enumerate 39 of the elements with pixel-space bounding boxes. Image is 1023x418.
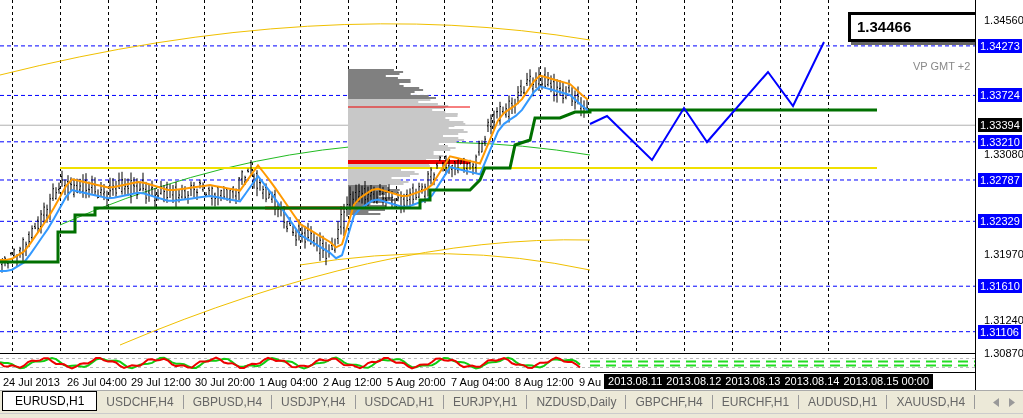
- price-label: 1.32787: [978, 173, 1022, 187]
- price-label: 1.33724: [978, 88, 1022, 103]
- price-label: 1.30870: [983, 346, 1023, 360]
- chart-tab[interactable]: NZDUSD,Daily: [527, 395, 627, 409]
- vp-label: VP GMT +2: [913, 60, 971, 72]
- time-tooltip: 2013.08.11 2013.08.12 2013.08.13 2013.08.14 2013.08.15 00:00: [604, 374, 934, 389]
- price-box: 1.34466: [848, 12, 975, 42]
- price-label: 1.32329: [978, 214, 1022, 229]
- chart-tab[interactable]: EURCHF,H1: [712, 395, 800, 409]
- price-label: 1.31240: [983, 312, 1023, 327]
- time-label: 2 Aug 12:00: [322, 375, 383, 388]
- time-label: 7 Aug 04:00: [450, 375, 511, 388]
- time-label: 9 Au: [578, 375, 603, 388]
- time-label: 30 Jul 20:00: [194, 375, 256, 388]
- price-label: 1.31970: [983, 246, 1023, 261]
- price-label: 1.34560: [983, 13, 1023, 27]
- price-label: 1.33394: [978, 118, 1022, 133]
- chart-tab[interactable]: USDCAD,H1: [355, 395, 444, 409]
- price-label: 1.31610: [978, 279, 1022, 294]
- chart-tab[interactable]: EURUSD,H1: [2, 391, 98, 411]
- price-label: 1.33210: [978, 134, 1022, 149]
- time-label: 26 Jul 04:00: [66, 375, 128, 388]
- time-label: 5 Aug 20:00: [386, 375, 447, 388]
- chart-tab[interactable]: EURJPY,H1: [443, 395, 528, 409]
- scroll-right-icon[interactable]: [1009, 397, 1015, 407]
- chart-tab[interactable]: USDCHF,H4: [97, 395, 184, 409]
- chart-tab[interactable]: AUDUSD,H1: [799, 395, 888, 409]
- chart-tab[interactable]: GBPCHF,H4: [626, 395, 713, 409]
- time-label: 1 Aug 04:00: [258, 375, 319, 388]
- chart-tab[interactable]: XAUUSD,H4: [887, 395, 976, 409]
- scroll-left-icon[interactable]: [993, 397, 999, 407]
- chart-tab[interactable]: GBPUSD,H4: [183, 395, 273, 409]
- price-label: 1.31106: [978, 324, 1021, 339]
- time-label: 29 Jul 12:00: [130, 375, 192, 388]
- price-label: 1.34273: [978, 38, 1022, 53]
- price-label: 1.33080: [983, 146, 1023, 161]
- time-label: 8 Aug 12:00: [514, 375, 575, 388]
- chart-tab[interactable]: USDJPY,H4: [272, 395, 356, 409]
- time-label: 24 Jul 2013: [2, 375, 61, 388]
